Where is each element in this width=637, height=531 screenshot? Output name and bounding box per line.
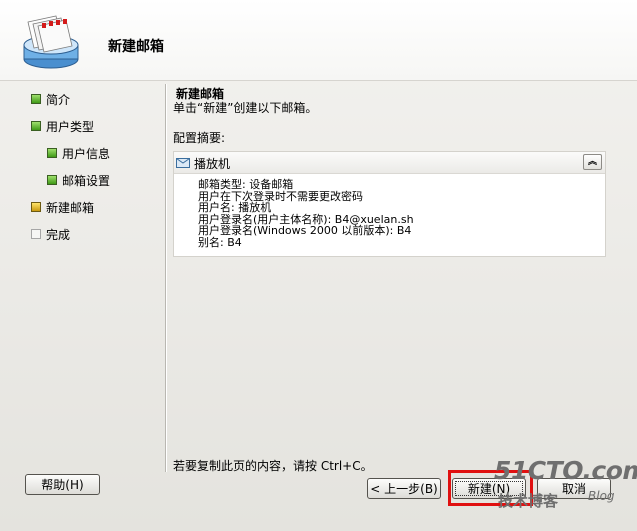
mailbox-icon xyxy=(176,158,190,168)
summary-label: 配置摘要: xyxy=(173,131,226,145)
sidebar-item-finish[interactable]: 完成 xyxy=(31,224,70,244)
back-button[interactable]: < 上一步(B) xyxy=(367,478,441,499)
cancel-button[interactable]: 取消 xyxy=(537,478,611,499)
sidebar-item-user-type[interactable]: 用户类型 xyxy=(31,116,94,136)
step-complete-icon xyxy=(31,121,41,131)
section-description: 单击“新建”创建以下邮箱。 xyxy=(173,101,318,115)
sidebar-item-new-mailbox[interactable]: 新建邮箱 xyxy=(31,197,94,217)
summary-details: 邮箱类型: 设备邮箱 用户在下次登录时不需要更改密码 用户名: 播放机 用户登录… xyxy=(198,179,414,248)
step-complete-icon xyxy=(47,175,57,185)
page-title: 新建邮箱 xyxy=(108,39,164,55)
summary-header[interactable]: 播放机 ︽ xyxy=(174,152,605,174)
sidebar-item-label: 用户类型 xyxy=(46,119,95,134)
sidebar-item-label: 简介 xyxy=(46,92,71,107)
step-complete-icon xyxy=(31,94,41,104)
sidebar-item-mailbox-settings[interactable]: 邮箱设置 xyxy=(47,170,110,190)
sidebar-item-label: 邮箱设置 xyxy=(62,173,111,188)
step-current-icon xyxy=(31,202,41,212)
step-complete-icon xyxy=(47,148,57,158)
step-pending-icon xyxy=(31,229,41,239)
sidebar-item-user-info[interactable]: 用户信息 xyxy=(47,143,110,163)
sidebar-item-intro[interactable]: 简介 xyxy=(31,89,70,109)
summary-detail-line: 用户登录名(Windows 2000 以前版本): B4 xyxy=(198,224,412,237)
summary-detail-line: 别名: B4 xyxy=(198,235,242,249)
summary-detail-line: 邮箱类型: 设备邮箱 xyxy=(198,178,294,191)
help-button[interactable]: 帮助(H) xyxy=(25,474,100,495)
sidebar-item-label: 新建邮箱 xyxy=(46,200,95,215)
sidebar-item-label: 用户信息 xyxy=(62,146,111,161)
wizard-header: 新建邮箱 xyxy=(0,0,637,81)
copy-hint: 若要复制此页的内容，请按 Ctrl+C。 xyxy=(173,459,373,473)
red-highlight-box xyxy=(448,470,533,506)
summary-mailbox-name: 播放机 xyxy=(194,157,231,171)
double-chevron-up-icon: ︽ xyxy=(587,157,597,167)
summary-detail-line: 用户名: 播放机 xyxy=(198,201,272,214)
sidebar-item-label: 完成 xyxy=(46,227,71,242)
collapse-button[interactable]: ︽ xyxy=(583,154,602,170)
configuration-summary-panel: 播放机 ︽ 邮箱类型: 设备邮箱 用户在下次登录时不需要更改密码 用户名: 播放… xyxy=(173,151,606,257)
mailbox-stack-icon xyxy=(23,15,79,69)
content-divider-highlight xyxy=(166,84,167,472)
